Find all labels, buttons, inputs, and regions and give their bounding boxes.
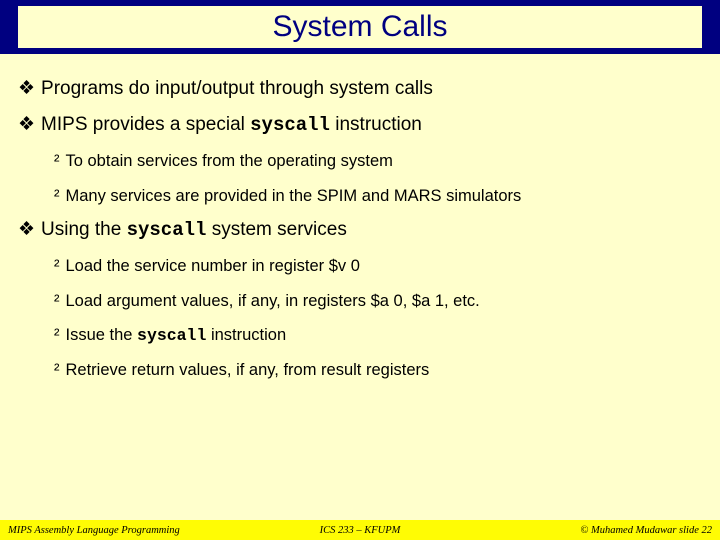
bullet-1-text: Programs do input/output through system … (41, 78, 433, 99)
bullet-3c-pre: Issue the (66, 326, 138, 344)
bullet-2b: ² Many services are provided in the SPIM … (54, 185, 702, 207)
diamond-icon: ❖ (18, 78, 35, 99)
slide-footer: MIPS Assembly Language Programming ICS 2… (0, 520, 720, 540)
sub-marker-icon: ² (54, 292, 60, 310)
title-inner: System Calls (18, 6, 702, 48)
bullet-3a-text: Load the service number in register $v 0 (66, 257, 360, 275)
bullet-2-code: syscall (250, 114, 330, 136)
bullet-2-pre: MIPS provides a special (41, 114, 250, 135)
bullet-3a: ² Load the service number in register $v … (54, 255, 702, 277)
footer-right: © Muhamed Mudawar slide 22 (580, 525, 712, 536)
sub-marker-icon: ² (54, 257, 60, 275)
bullet-3b-text: Load argument values, if any, in registe… (66, 292, 480, 310)
bullet-3b: ² Load argument values, if any, in regist… (54, 290, 702, 312)
bullet-2b-text: Many services are provided in the SPIM a… (66, 187, 522, 205)
diamond-icon: ❖ (18, 114, 35, 135)
bullet-1: ❖ Programs do input/output through system… (18, 76, 702, 102)
bullet-2a: ² To obtain services from the operating s… (54, 150, 702, 172)
bullet-3d: ² Retrieve return values, if any, from re… (54, 359, 702, 381)
bullet-3-code: syscall (127, 219, 207, 241)
bullet-3c: ² Issue the syscall instruction (54, 324, 702, 347)
bullet-3: ❖ Using the syscall system services (18, 217, 702, 244)
sub-marker-icon: ² (54, 326, 60, 344)
sub-marker-icon: ² (54, 361, 60, 379)
bullet-3-post: system services (206, 219, 346, 240)
bullet-2: ❖ MIPS provides a special syscall instruc… (18, 112, 702, 139)
title-bar: System Calls (0, 0, 720, 54)
footer-left: MIPS Assembly Language Programming (0, 525, 180, 536)
bullet-2a-text: To obtain services from the operating sy… (66, 152, 393, 170)
sub-marker-icon: ² (54, 187, 60, 205)
bullet-3-pre: Using the (41, 219, 127, 240)
diamond-icon: ❖ (18, 219, 35, 240)
sub-marker-icon: ² (54, 152, 60, 170)
bullet-2-post: instruction (330, 114, 422, 135)
slide-content: ❖ Programs do input/output through system… (0, 54, 720, 382)
footer-center: ICS 233 – KFUPM (320, 525, 401, 536)
bullet-3c-code: syscall (137, 326, 206, 345)
slide-title: System Calls (272, 10, 447, 44)
bullet-3c-post: instruction (206, 326, 286, 344)
bullet-3d-text: Retrieve return values, if any, from res… (66, 361, 430, 379)
